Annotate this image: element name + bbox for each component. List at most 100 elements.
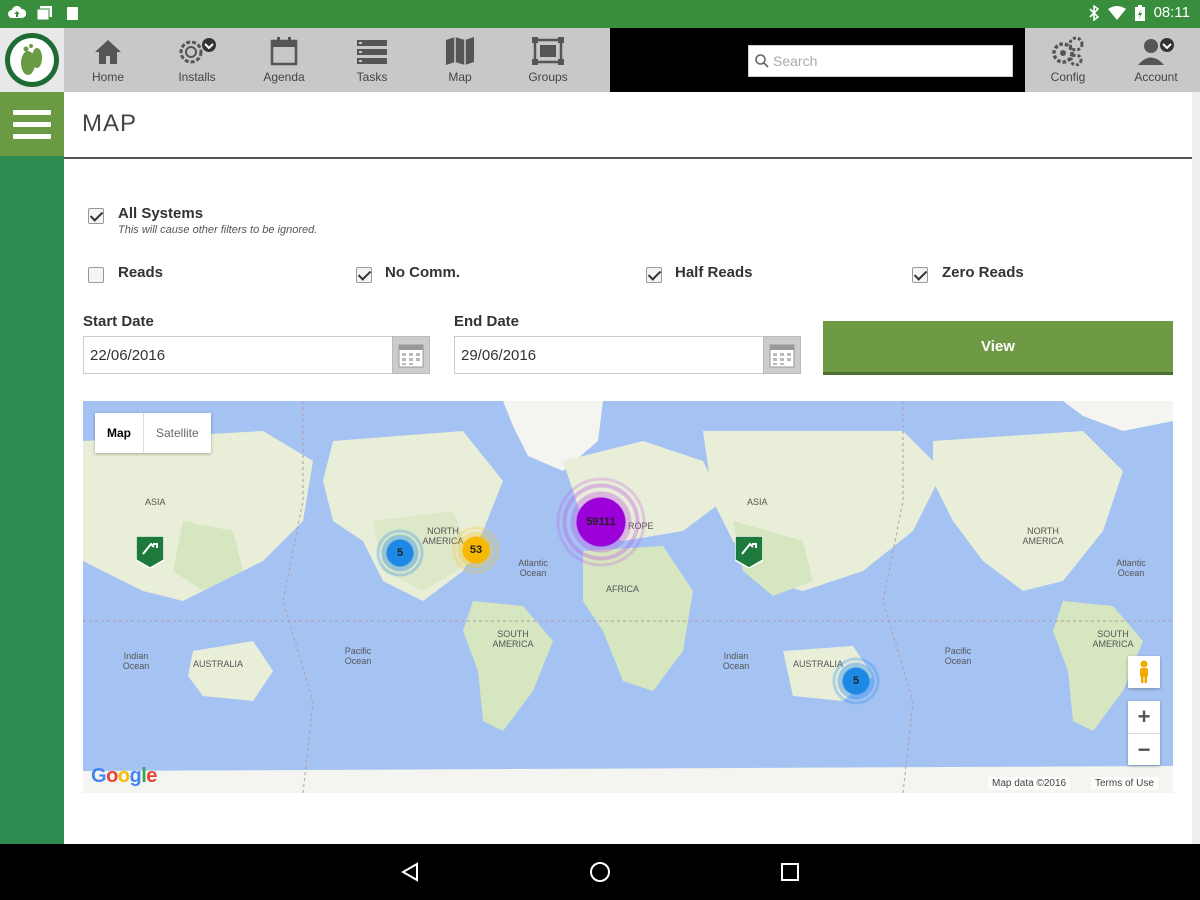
system-status: 08:11 [1088, 4, 1190, 21]
map-type-map-button[interactable]: Map [95, 413, 143, 453]
notification-icons [8, 5, 82, 21]
label-atlantic-right: Atlantic Ocean [1116, 558, 1146, 578]
bluetooth-icon [1088, 4, 1099, 21]
label-asia-right: ASIA [747, 497, 768, 507]
nav-groups-label: Groups [528, 70, 568, 84]
street-view-pegman[interactable] [1128, 656, 1160, 688]
battery-icon [1134, 4, 1145, 21]
half-reads-checkbox[interactable] [646, 267, 662, 283]
start-date-label: Start Date [83, 313, 154, 330]
no-comm-checkbox[interactable] [356, 267, 372, 283]
label-africa: AFRICA [606, 584, 640, 594]
nav-account[interactable]: Account [1113, 28, 1199, 92]
zero-reads-checkbox[interactable] [912, 267, 928, 283]
all-systems-label: All Systems [118, 205, 204, 222]
map-terms-link[interactable]: Terms of Use [1091, 777, 1158, 790]
nav-config[interactable]: Config [1025, 28, 1111, 92]
end-date-picker-button[interactable] [763, 336, 801, 374]
site-pin-marker[interactable] [734, 535, 764, 569]
nav-agenda[interactable]: Agenda [241, 28, 327, 92]
account-user-icon [1138, 38, 1174, 65]
nav-installs[interactable]: Installs [154, 28, 240, 92]
label-indian-right: Indian Ocean [722, 651, 750, 671]
cluster-europe[interactable]: 59111 [554, 475, 648, 569]
reads-label: Reads [118, 264, 164, 281]
search-bar[interactable] [748, 45, 1013, 77]
top-navigation: Home Installs Agenda Tasks Map Groups Co… [0, 28, 1200, 92]
site-pin-icon [734, 535, 764, 569]
zoom-in-button[interactable]: + [1128, 701, 1160, 733]
search-input[interactable] [773, 53, 1003, 69]
page-scrollbar[interactable] [1192, 92, 1200, 844]
zero-reads-label: Zero Reads [942, 264, 1024, 281]
app-logo[interactable] [0, 28, 64, 92]
google-logo: Google [91, 765, 157, 787]
view-button[interactable]: View [823, 321, 1173, 375]
start-date-field[interactable]: 22/06/2016 [83, 336, 393, 374]
end-date-field[interactable]: 29/06/2016 [454, 336, 764, 374]
cluster-us-east[interactable]: 53 [452, 526, 500, 574]
nav-map[interactable]: Map [417, 28, 503, 92]
site-pin-icon [135, 535, 165, 569]
site-pin-marker[interactable] [135, 535, 165, 569]
pegman-icon [1140, 660, 1148, 683]
nav-config-label: Config [1050, 70, 1086, 84]
status-bar: 08:11 [0, 0, 1200, 28]
half-reads-label: Half Reads [675, 264, 753, 281]
label-indian-left: Indian Ocean [122, 651, 150, 671]
cloud-upload-icon [8, 5, 27, 21]
map-data-credit: Map data ©2016 [988, 777, 1071, 790]
page-title: MAP [82, 110, 138, 137]
map-type-toggle: Map Satellite [95, 413, 211, 453]
calendar-icon [769, 344, 795, 368]
nav-tasks[interactable]: Tasks [329, 28, 415, 92]
label-pacific-right: Pacific Ocean [944, 646, 972, 666]
hamburger-line [13, 109, 51, 115]
map-icon [446, 37, 474, 65]
zoom-control: + − [1128, 701, 1160, 765]
back-icon[interactable] [400, 862, 420, 882]
nav-groups[interactable]: Groups [505, 28, 591, 92]
start-date-picker-button[interactable] [392, 336, 430, 374]
cluster-australia[interactable]: 5 [832, 657, 880, 705]
nav-home[interactable]: Home [65, 28, 151, 92]
nav-agenda-label: Agenda [263, 70, 305, 84]
installs-gear-icon [179, 38, 216, 64]
nav-installs-label: Installs [178, 70, 216, 84]
map-type-satellite-button[interactable]: Satellite [143, 413, 211, 453]
groups-icon [532, 37, 564, 65]
calendar-icon [270, 37, 298, 66]
label-atlantic: Atlantic Ocean [518, 558, 548, 578]
zoom-out-button[interactable]: − [1128, 733, 1160, 765]
world-map[interactable]: ASIA ASIA NORTH AMERICA NORTH AMERICA RO… [83, 401, 1173, 793]
end-date-label: End Date [454, 313, 520, 330]
nav-map-label: Map [448, 70, 472, 84]
hamburger-line [13, 133, 51, 139]
home-icon [95, 40, 121, 64]
all-systems-checkbox[interactable] [88, 208, 104, 224]
hamburger-menu-button[interactable] [0, 92, 64, 156]
nav-home-label: Home [91, 70, 124, 84]
label-south-america-right: SOUTH AMERICA [1092, 629, 1134, 649]
clipboard-icon [64, 5, 82, 21]
cluster-us-west[interactable]: 5 [376, 529, 424, 577]
android-navigation-bar [0, 844, 1200, 900]
footprint-logo-icon [5, 33, 59, 87]
tasks-icon [357, 40, 387, 64]
label-north-america-right: NORTH AMERICA [1022, 526, 1064, 546]
label-asia-left: ASIA [145, 497, 166, 507]
config-gears-icon [1052, 36, 1084, 66]
label-australia-left: AUSTRALIA [193, 659, 244, 669]
clock: 08:11 [1153, 4, 1190, 21]
recents-icon[interactable] [780, 862, 800, 882]
photos-icon [36, 5, 54, 21]
nav-tasks-label: Tasks [356, 70, 388, 84]
wifi-icon [1107, 5, 1126, 20]
hamburger-line [13, 121, 51, 127]
page-header: MAP [64, 92, 1192, 159]
label-pacific-left: Pacific Ocean [344, 646, 372, 666]
home-circle-icon[interactable] [589, 861, 611, 883]
no-comm-label: No Comm. [385, 264, 460, 281]
calendar-icon [398, 344, 424, 368]
reads-checkbox[interactable] [88, 267, 104, 283]
